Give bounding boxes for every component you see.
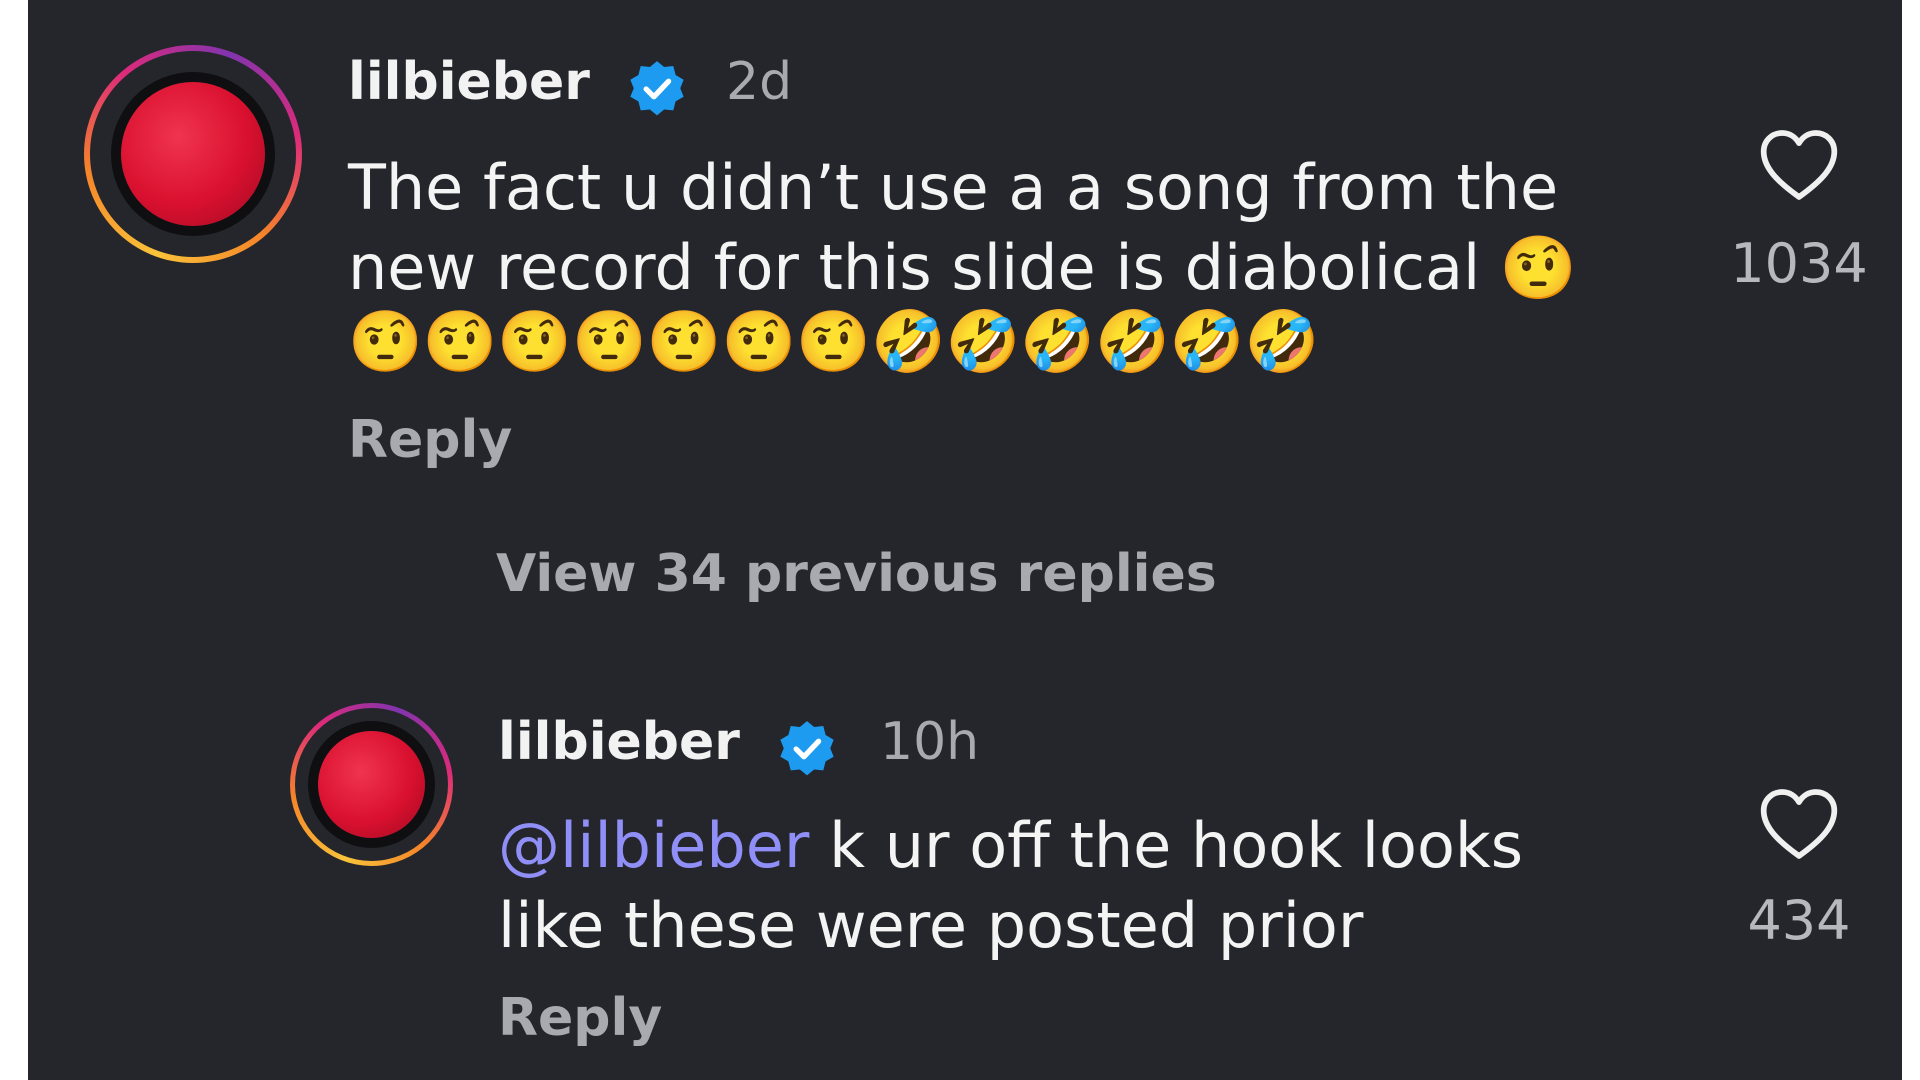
comment-timestamp: 2d: [726, 52, 793, 112]
comment-username[interactable]: lilbieber: [498, 712, 740, 772]
comments-panel: lilbieber 2d The fact u didn’t use a a s…: [28, 0, 1902, 1080]
comment-text: The fact u didn’t use a a song from the …: [348, 151, 1578, 304]
comment-username[interactable]: lilbieber: [348, 52, 590, 112]
like-count: 1034: [1730, 232, 1868, 295]
heart-icon[interactable]: [1758, 787, 1840, 861]
like-count: 434: [1747, 889, 1851, 952]
avatar[interactable]: [290, 703, 453, 866]
reply-button[interactable]: Reply: [348, 410, 512, 470]
verified-badge-icon: [630, 61, 684, 116]
verified-badge-icon: [780, 721, 834, 776]
comment-timestamp: 10h: [880, 712, 980, 772]
heart-icon[interactable]: [1758, 128, 1840, 202]
view-previous-replies-button[interactable]: View 34 previous replies: [496, 544, 1217, 604]
comment-emoji-row: 🤨🤨🤨🤨🤨🤨🤨🤣🤣🤣🤣🤣🤣: [348, 307, 1320, 377]
user-mention-link[interactable]: @lilbieber: [498, 809, 809, 882]
profile-picture: [318, 731, 425, 838]
profile-picture: [121, 82, 265, 226]
comment-text: @lilbieber k ur off the hook looks like …: [498, 806, 1608, 966]
reply-button[interactable]: Reply: [498, 988, 662, 1048]
avatar[interactable]: [84, 45, 302, 263]
